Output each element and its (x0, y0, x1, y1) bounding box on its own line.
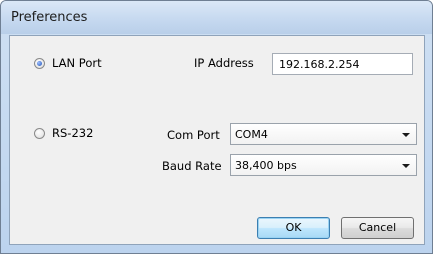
chevron-down-icon (402, 133, 410, 137)
com-port-value: COM4 (235, 128, 268, 141)
title-bar[interactable]: Preferences (1, 1, 432, 34)
ok-button[interactable]: OK (257, 217, 330, 239)
cancel-button[interactable]: Cancel (341, 217, 414, 239)
dialog-body: LAN Port IP Address RS-232 Com Port COM4… (9, 35, 425, 245)
chevron-down-icon (402, 164, 410, 168)
ip-address-input[interactable] (272, 53, 413, 75)
com-port-select[interactable]: COM4 (230, 123, 417, 145)
rs232-label[interactable]: RS-232 (52, 126, 93, 140)
lan-port-radio[interactable] (34, 58, 45, 69)
lan-port-label[interactable]: LAN Port (52, 56, 102, 70)
baud-rate-select[interactable]: 38,400 bps (230, 154, 417, 176)
baud-rate-label: Baud Rate (162, 159, 222, 173)
ip-address-label: IP Address (194, 56, 254, 70)
preferences-dialog: Preferences LAN Port IP Address RS-232 C… (0, 0, 433, 254)
rs232-radio[interactable] (34, 128, 45, 139)
com-port-label: Com Port (167, 128, 220, 142)
baud-rate-value: 38,400 bps (235, 159, 297, 172)
window-title: Preferences (11, 10, 88, 25)
